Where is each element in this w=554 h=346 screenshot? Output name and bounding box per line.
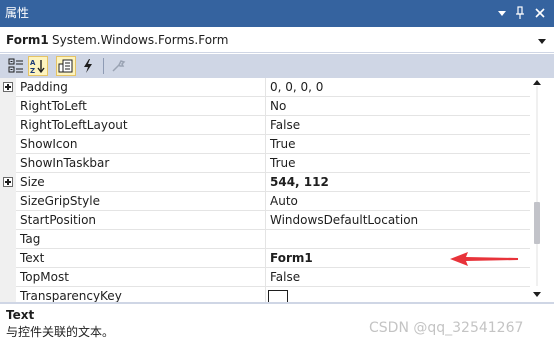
svg-text:A: A: [30, 59, 36, 67]
row-gutter: [0, 268, 16, 287]
toolbar-separator: [103, 58, 104, 74]
property-name: Size: [20, 175, 45, 189]
property-name: ShowInTaskbar: [20, 156, 110, 170]
column-divider[interactable]: [265, 116, 266, 135]
object-selector[interactable]: Form1 System.Windows.Forms.Form: [0, 29, 554, 53]
property-row[interactable]: TopMost False: [0, 268, 530, 287]
lightning-icon: [84, 59, 92, 73]
property-row[interactable]: Padding 0, 0, 0, 0: [0, 78, 530, 97]
object-selector-dropdown[interactable]: [536, 34, 548, 48]
property-row[interactable]: TransparencyKey: [0, 287, 530, 302]
scroll-thumb[interactable]: [534, 201, 540, 244]
properties-button[interactable]: [56, 56, 76, 76]
property-row[interactable]: StartPosition WindowsDefaultLocation: [0, 211, 530, 230]
expand-plus-icon[interactable]: [3, 177, 13, 187]
property-value[interactable]: True: [270, 137, 296, 152]
property-name: Text: [20, 251, 45, 265]
row-gutter: [0, 116, 16, 135]
categorized-icon: [8, 58, 23, 73]
svg-text:Z: Z: [30, 67, 35, 74]
column-divider[interactable]: [265, 287, 266, 302]
categorized-button[interactable]: [6, 56, 26, 76]
property-value[interactable]: True: [270, 156, 296, 171]
properties-icon: [58, 59, 73, 73]
property-name: TopMost: [20, 270, 69, 284]
column-divider[interactable]: [265, 192, 266, 211]
property-row[interactable]: ShowInTaskbar True: [0, 154, 530, 173]
pin-icon: [516, 6, 524, 19]
property-value[interactable]: Auto: [270, 194, 298, 209]
property-grid: Padding 0, 0, 0, 0 RightToLeft No RightToLef…: [0, 78, 530, 302]
alphabetical-icon: A Z: [30, 59, 45, 74]
object-name: Form1: [6, 33, 49, 47]
property-value[interactable]: No: [270, 99, 286, 114]
property-row[interactable]: SizeGripStyle Auto: [0, 192, 530, 211]
close-icon: [535, 8, 545, 18]
property-value[interactable]: 0, 0, 0, 0: [270, 80, 323, 95]
property-name: RightToLeft: [20, 99, 87, 113]
column-divider[interactable]: [265, 78, 266, 97]
property-row[interactable]: Size 544, 112: [0, 173, 530, 192]
row-gutter: [0, 78, 16, 97]
description-title: Text: [6, 308, 35, 322]
annotation-arrow-icon: [450, 252, 518, 266]
property-name: StartPosition: [20, 213, 97, 227]
row-gutter: [0, 173, 16, 192]
object-type: System.Windows.Forms.Form: [52, 33, 229, 47]
property-value[interactable]: False: [270, 118, 300, 133]
property-name: Padding: [20, 80, 68, 94]
expand-plus-icon[interactable]: [3, 82, 13, 92]
property-name: ShowIcon: [20, 137, 78, 151]
pin-button[interactable]: [512, 4, 528, 22]
property-row[interactable]: ShowIcon True: [0, 135, 530, 154]
wrench-icon: [112, 60, 126, 72]
scroll-up-arrow-icon[interactable]: [533, 80, 541, 85]
row-gutter: [0, 192, 16, 211]
scroll-track[interactable]: [536, 86, 538, 286]
row-gutter: [0, 135, 16, 154]
chevron-down-icon: [498, 11, 506, 16]
row-gutter: [0, 287, 16, 302]
row-gutter: [0, 249, 16, 268]
properties-toolbar: A Z: [0, 54, 554, 78]
chevron-down-icon: [538, 39, 546, 44]
events-button[interactable]: [78, 56, 98, 76]
property-name: Tag: [20, 232, 41, 246]
property-value[interactable]: WindowsDefaultLocation: [270, 213, 418, 228]
column-divider[interactable]: [265, 249, 266, 268]
column-divider[interactable]: [265, 154, 266, 173]
alphabetical-button[interactable]: A Z: [28, 56, 48, 76]
scroll-down-arrow-icon[interactable]: [533, 292, 541, 297]
row-gutter: [0, 211, 16, 230]
description-text: 与控件关联的文本。: [6, 325, 115, 339]
property-value[interactable]: 544, 112: [270, 175, 329, 190]
column-divider[interactable]: [265, 211, 266, 230]
column-divider[interactable]: [265, 97, 266, 116]
property-row[interactable]: RightToLeft No: [0, 97, 530, 116]
property-value[interactable]: False: [270, 270, 300, 285]
column-divider[interactable]: [265, 230, 266, 249]
property-row[interactable]: RightToLeftLayout False: [0, 116, 530, 135]
watermark: CSDN @qq_32541267: [369, 320, 524, 336]
color-swatch[interactable]: [268, 290, 288, 302]
properties-window-titlebar: 属性: [0, 0, 554, 27]
window-title: 属性: [5, 6, 30, 20]
row-gutter: [0, 97, 16, 116]
column-divider[interactable]: [265, 173, 266, 192]
property-name: SizeGripStyle: [20, 194, 100, 208]
property-name: RightToLeftLayout: [20, 118, 128, 132]
property-name: TransparencyKey: [20, 289, 122, 302]
row-gutter: [0, 230, 16, 249]
column-divider[interactable]: [265, 268, 266, 287]
property-value[interactable]: Form1: [270, 251, 313, 266]
row-gutter: [0, 154, 16, 173]
window-dropdown-button[interactable]: [494, 4, 510, 22]
vertical-scrollbar[interactable]: [530, 78, 554, 302]
close-button[interactable]: [532, 4, 548, 22]
description-pane: Text 与控件关联的文本。 CSDN @qq_32541267: [0, 304, 554, 346]
property-pages-button[interactable]: [108, 56, 128, 76]
property-row[interactable]: Tag: [0, 230, 530, 249]
column-divider[interactable]: [265, 135, 266, 154]
